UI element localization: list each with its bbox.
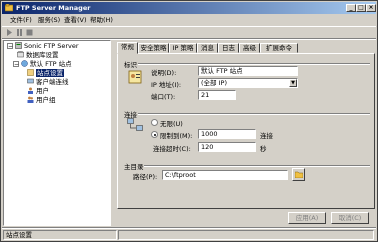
connections-group-divider <box>138 113 370 115</box>
tree-item-label: 默认 FTP 站点 <box>30 60 72 68</box>
pause-icon[interactable] <box>16 29 23 36</box>
timeout-input[interactable]: 120 <box>198 142 256 152</box>
menu-bar: 文件(F) 服务(S) 查看(V) 帮助(H) <box>2 15 376 26</box>
identity-group-divider <box>138 63 370 65</box>
unlimited-radio[interactable] <box>151 119 158 126</box>
description-label: 说明(D): <box>151 69 177 77</box>
window-title: FTP Server Manager <box>16 4 91 12</box>
status-panel-secondary <box>118 230 374 240</box>
tree-item-label: 站点设置 <box>36 69 64 77</box>
path-input[interactable]: C:\ftproot <box>162 170 288 180</box>
connections-icon <box>27 78 34 84</box>
timeout-unit-label: 秒 <box>260 145 267 153</box>
home-directory-group-title: 主目录 <box>124 163 144 171</box>
port-label: 端口(T): <box>151 93 176 101</box>
description-input[interactable]: 默认 FTP 站点 <box>198 66 298 76</box>
tab-advanced[interactable]: 高级 <box>239 43 260 53</box>
tab-security[interactable]: 安全策略 <box>138 43 169 53</box>
title-bar: FTP Server Manager _ □ × <box>2 2 376 14</box>
browse-button[interactable] <box>292 168 305 181</box>
timeout-label: 连接超时(C): <box>153 145 191 153</box>
identity-icon <box>128 70 142 84</box>
tree-item-label: 数据库设置 <box>26 51 59 59</box>
maximize-button[interactable]: □ <box>356 4 366 12</box>
apply-button[interactable]: 应用(A) <box>288 212 326 224</box>
menu-file[interactable]: 文件(F) <box>10 15 32 26</box>
cancel-button[interactable]: 取消(C) <box>331 212 369 224</box>
database-icon <box>17 51 24 58</box>
limited-label: 限制到(M): <box>160 132 193 140</box>
tree-root[interactable]: Sonic FTP Server <box>15 42 79 50</box>
menu-help[interactable]: 帮助(H) <box>90 15 113 26</box>
tab-logs[interactable]: 日志 <box>218 43 239 53</box>
tree-item-client-connections[interactable]: 客户端连线 <box>27 78 69 86</box>
expand-site-icon[interactable]: − <box>13 61 19 68</box>
status-text: 站点设置 <box>6 231 32 239</box>
identity-group-title: 标识 <box>124 61 137 69</box>
site-tree[interactable]: − Sonic FTP Server 数据库设置 − 默认 FTP 站点 站点设… <box>3 40 111 226</box>
expand-root-icon[interactable]: − <box>7 43 13 50</box>
tree-item-label: 客户端连线 <box>36 78 69 86</box>
home-directory-group-divider <box>144 165 370 167</box>
tab-general[interactable]: 常规 <box>117 42 138 54</box>
menu-view[interactable]: 查看(V) <box>64 15 87 26</box>
tab-ip-policy[interactable]: IP 策略 <box>169 43 197 53</box>
port-input[interactable]: 21 <box>198 90 236 100</box>
limited-unit-label: 连接 <box>260 132 273 140</box>
user-icon <box>28 87 33 94</box>
tree-item-user-groups[interactable]: 用户组 <box>27 96 56 104</box>
close-button[interactable]: × <box>366 4 376 12</box>
site-icon <box>21 60 28 67</box>
path-label: 路径(P): <box>133 173 158 181</box>
tree-item-default-site[interactable]: 默认 FTP 站点 <box>21 60 72 68</box>
tree-root-label: Sonic FTP Server <box>24 42 79 50</box>
limited-radio[interactable] <box>151 131 158 138</box>
tree-item-label: 用户组 <box>36 96 56 104</box>
general-tab-page: 标识 说明(D): 默认 FTP 站点 IP 地址(I): (全部 IP) ▼ … <box>117 53 375 209</box>
tree-item-site-settings[interactable]: 站点设置 <box>27 69 64 77</box>
tree-item-label: 用户 <box>36 87 49 95</box>
menu-service[interactable]: 服务(S) <box>38 15 60 26</box>
tree-item-database[interactable]: 数据库设置 <box>17 51 59 59</box>
tab-extended-commands[interactable]: 扩展命令 <box>260 43 298 53</box>
ip-address-value: (全部 IP) <box>201 79 227 87</box>
status-bar: 站点设置 <box>2 229 376 241</box>
server-icon <box>15 42 22 49</box>
connections-icon <box>127 118 143 131</box>
tree-item-users[interactable]: 用户 <box>27 87 49 95</box>
unlimited-label: 无限(U) <box>160 120 183 128</box>
start-icon[interactable] <box>6 29 13 36</box>
minimize-button[interactable]: _ <box>346 4 356 12</box>
stop-icon[interactable] <box>26 29 33 36</box>
settings-icon <box>27 69 34 76</box>
ip-address-select[interactable]: (全部 IP) <box>198 78 298 88</box>
app-icon <box>5 4 13 12</box>
app-window: FTP Server Manager _ □ × 文件(F) 服务(S) 查看(… <box>0 0 378 242</box>
tab-messages[interactable]: 消息 <box>197 43 218 53</box>
user-group-icon <box>27 96 34 103</box>
folder-icon <box>295 171 303 178</box>
status-panel-main: 站点设置 <box>3 230 117 240</box>
dropdown-arrow-icon[interactable]: ▼ <box>289 79 297 87</box>
ip-address-label: IP 地址(I): <box>151 81 182 89</box>
limited-connections-input[interactable]: 1000 <box>198 129 256 139</box>
